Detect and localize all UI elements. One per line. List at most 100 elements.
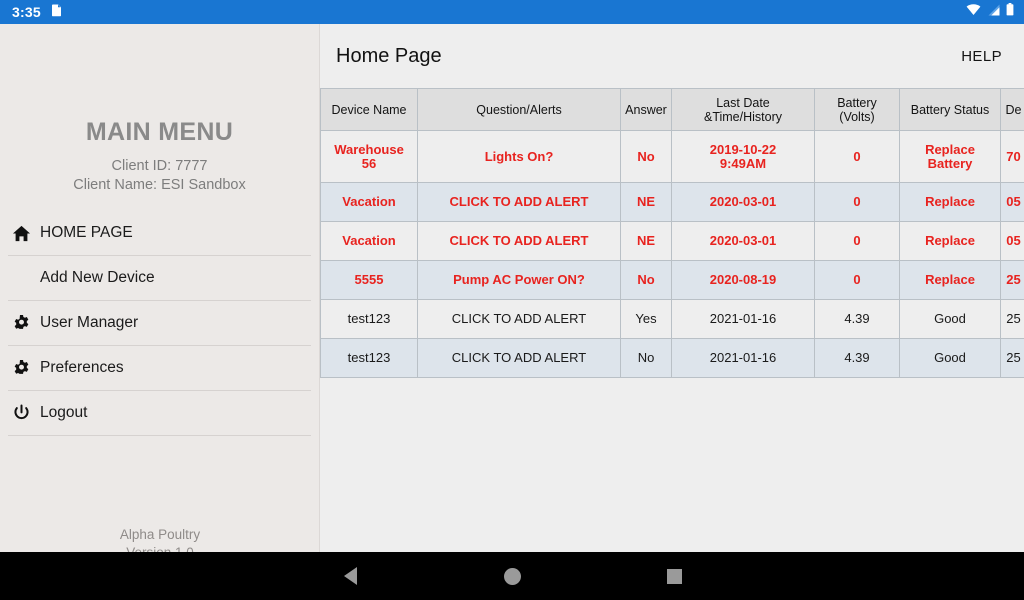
column-header-battery-volts[interactable]: Battery (Volts) (814, 88, 900, 131)
cell-question-alerts[interactable]: CLICK TO ADD ALERT (417, 221, 621, 261)
cell-battery-status[interactable]: Replace Battery (899, 130, 1001, 183)
cell-question-alerts[interactable]: Lights On? (417, 130, 621, 183)
header-line-1: Battery Status (910, 102, 990, 117)
recents-button[interactable] (642, 552, 706, 600)
header-line-1: Question/Alerts (476, 102, 562, 117)
header-line-2: &Time/History (703, 109, 782, 124)
cell-device-extra[interactable]: 25 (1000, 260, 1024, 300)
battery-icon (1006, 3, 1014, 21)
table-row[interactable]: 5555 Pump AC Power ON? No 2020-08-19 0 R… (320, 260, 1024, 300)
header-line-1: Last Date (716, 95, 770, 110)
cell-device-name[interactable]: test123 (320, 299, 418, 339)
cell-last-date[interactable]: 2020-03-01 (671, 221, 815, 261)
main-menu-sidebar: MAIN MENU Client ID: 7777 Client Name: E… (0, 24, 320, 576)
home-button[interactable] (480, 552, 544, 600)
table-row[interactable]: test123 CLICK TO ADD ALERT Yes 2021-01-1… (320, 299, 1024, 339)
cell-battery-status[interactable]: Replace (899, 182, 1001, 222)
power-icon (12, 404, 40, 423)
app-bar: Home Page HELP (320, 24, 1024, 88)
status-clock: 3:35 (12, 4, 41, 20)
header-line-1: De (1005, 102, 1022, 117)
table-row[interactable]: Vacation CLICK TO ADD ALERT NE 2020-03-0… (320, 182, 1024, 222)
sidebar-item-logout[interactable]: Logout (0, 391, 319, 435)
cell-last-date[interactable]: 2019-10-22 9:49AM (671, 130, 815, 183)
table-row[interactable]: Warehouse 56 Lights On? No 2019-10-22 9:… (320, 130, 1024, 183)
recents-square-icon (666, 568, 682, 584)
cell-question-alerts[interactable]: CLICK TO ADD ALERT (417, 299, 621, 339)
sidebar-item-label: Logout (40, 404, 88, 421)
client-id: Client ID: 7777 (111, 158, 208, 174)
cell-answer[interactable]: No (620, 338, 672, 378)
cell-battery-volts[interactable]: 0 (814, 221, 900, 261)
cell-device-name[interactable]: Vacation (320, 182, 418, 222)
cell-last-date[interactable]: 2020-03-01 (671, 182, 815, 222)
header-line-1: Answer (625, 102, 667, 117)
client-name: Client Name: ESI Sandbox (73, 177, 246, 193)
sidebar-item-label: User Manager (40, 314, 139, 331)
cell-answer[interactable]: NE (620, 221, 672, 261)
cell-battery-volts[interactable]: 0 (814, 260, 900, 300)
cell-answer[interactable]: No (620, 260, 672, 300)
device-name-line-2: 56 (361, 155, 377, 171)
status-bar-left: 3:35 (12, 3, 62, 22)
sim-card-icon (51, 3, 62, 22)
cell-device-name[interactable]: Warehouse 56 (320, 130, 418, 183)
cell-battery-volts[interactable]: 0 (814, 130, 900, 183)
column-header-battery-status[interactable]: Battery Status (899, 88, 1001, 131)
cell-device-extra[interactable]: 05 (1000, 221, 1024, 261)
cell-device-name[interactable]: test123 (320, 338, 418, 378)
column-header-question-alerts[interactable]: Question/Alerts (417, 88, 621, 131)
back-button[interactable] (318, 552, 382, 600)
cell-battery-volts[interactable]: 0 (814, 182, 900, 222)
android-status-bar: 3:35 (0, 0, 1024, 24)
cell-battery-volts[interactable]: 4.39 (814, 338, 900, 378)
sidebar-nav-list: HOME PAGE Add New Device User Manager Pr… (0, 211, 319, 436)
column-header-device-name[interactable]: Device Name (320, 88, 418, 131)
battery-status-line-1: Replace (925, 141, 975, 157)
cell-device-extra[interactable]: 70 (1000, 130, 1024, 183)
table-row[interactable]: test123 CLICK TO ADD ALERT No 2021-01-16… (320, 338, 1024, 378)
cell-last-date[interactable]: 2020-08-19 (671, 260, 815, 300)
cell-device-extra[interactable]: 05 (1000, 182, 1024, 222)
column-header-device-truncated[interactable]: De (1000, 88, 1024, 131)
table-body: Warehouse 56 Lights On? No 2019-10-22 9:… (320, 130, 1024, 378)
header-line-1: Device Name (331, 102, 407, 117)
table-header-row: Device Name Question/Alerts Answer Last … (320, 88, 1024, 131)
table-row[interactable]: Vacation CLICK TO ADD ALERT NE 2020-03-0… (320, 221, 1024, 261)
cell-battery-status[interactable]: Good (899, 299, 1001, 339)
sidebar-item-user-manager[interactable]: User Manager (0, 301, 319, 345)
battery-status-line-2: Battery (927, 155, 973, 171)
sidebar-item-add-new-device[interactable]: Add New Device (0, 256, 319, 300)
sidebar-item-home-page[interactable]: HOME PAGE (0, 211, 319, 255)
gear-icon (12, 314, 40, 333)
cell-device-extra[interactable]: 25 (1000, 299, 1024, 339)
cell-question-alerts[interactable]: Pump AC Power ON? (417, 260, 621, 300)
cell-question-alerts[interactable]: CLICK TO ADD ALERT (417, 338, 621, 378)
header-line-2: (Volts) (839, 109, 875, 124)
cell-battery-status[interactable]: Good (899, 338, 1001, 378)
cell-last-date[interactable]: 2021-01-16 (671, 299, 815, 339)
cell-battery-volts[interactable]: 4.39 (814, 299, 900, 339)
column-header-answer[interactable]: Answer (620, 88, 672, 131)
device-name-line-1: Warehouse (334, 141, 404, 157)
cell-battery-status[interactable]: Replace (899, 221, 1001, 261)
help-button[interactable]: HELP (953, 42, 1010, 71)
status-bar-right (966, 3, 1014, 21)
sidebar-item-preferences[interactable]: Preferences (0, 346, 319, 390)
cell-device-name[interactable]: Vacation (320, 221, 418, 261)
cell-device-name[interactable]: 5555 (320, 260, 418, 300)
cell-answer[interactable]: No (620, 130, 672, 183)
cell-device-extra[interactable]: 25 (1000, 338, 1024, 378)
column-header-last-date-time-history[interactable]: Last Date &Time/History (671, 88, 815, 131)
cell-last-date[interactable]: 2021-01-16 (671, 338, 815, 378)
sidebar-item-label: Add New Device (40, 269, 155, 286)
sidebar-item-label: HOME PAGE (40, 224, 133, 241)
device-table: Device Name Question/Alerts Answer Last … (320, 88, 1024, 378)
last-date-line-1: 2019-10-22 (709, 141, 777, 157)
cell-answer[interactable]: Yes (620, 299, 672, 339)
back-triangle-icon (343, 567, 357, 585)
cell-question-alerts[interactable]: CLICK TO ADD ALERT (417, 182, 621, 222)
cell-battery-status[interactable]: Replace (899, 260, 1001, 300)
home-circle-icon (503, 567, 521, 585)
cell-answer[interactable]: NE (620, 182, 672, 222)
